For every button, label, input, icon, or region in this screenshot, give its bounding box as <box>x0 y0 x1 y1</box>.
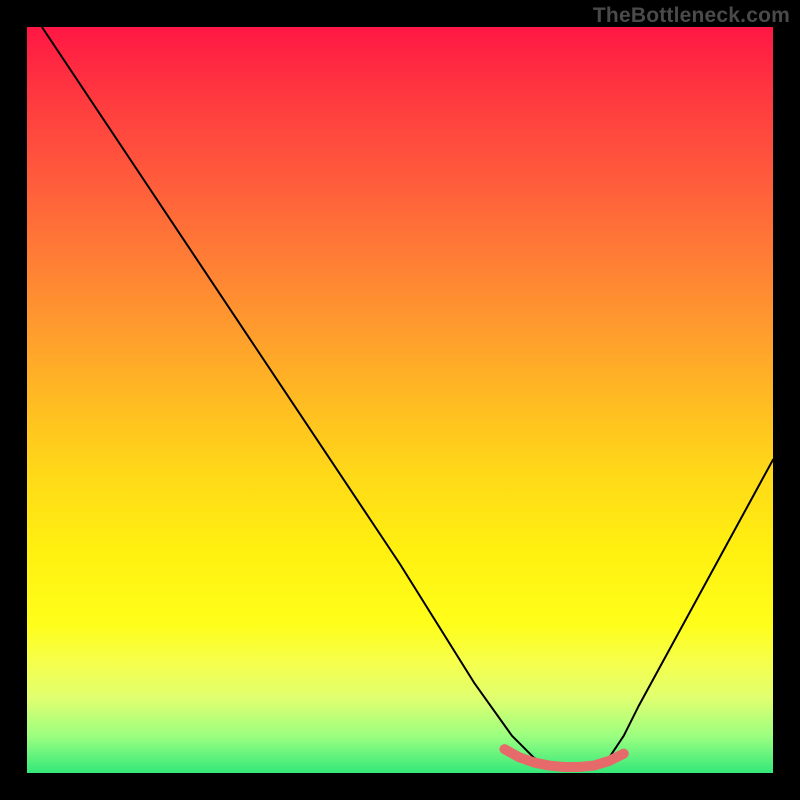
chart-svg <box>27 27 773 773</box>
chart-frame: TheBottleneck.com <box>0 0 800 800</box>
optimal-highlight <box>504 749 623 767</box>
watermark-text: TheBottleneck.com <box>593 4 790 28</box>
chart-plot-area <box>27 27 773 773</box>
bottleneck-curve <box>42 27 773 769</box>
